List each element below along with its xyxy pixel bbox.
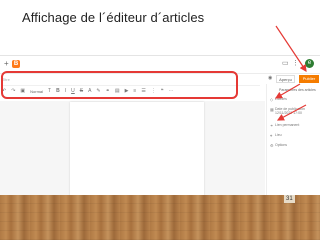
wood-floor-background <box>0 195 320 240</box>
arrow-to-publish <box>275 25 307 72</box>
arrow-to-date <box>276 104 307 121</box>
page-number: 31 <box>284 195 295 203</box>
arrow-to-labels <box>274 83 301 99</box>
